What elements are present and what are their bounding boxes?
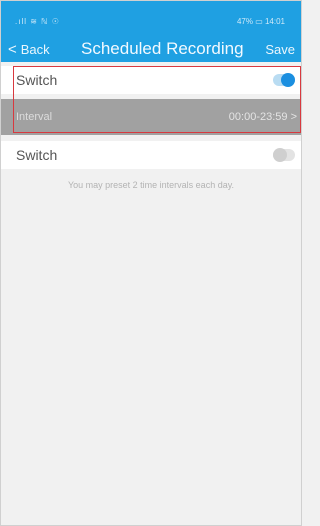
status-bar: .ıll ≋ ℕ ☉ 47% ▭ 14:01 bbox=[1, 1, 301, 34]
toggle-knob bbox=[273, 148, 287, 162]
switch-row-1: Switch bbox=[1, 66, 301, 94]
app-screen: .ıll ≋ ℕ ☉ 47% ▭ 14:01 < Back Scheduled R… bbox=[0, 0, 302, 526]
switch-label-1: Switch bbox=[16, 72, 58, 88]
save-button[interactable]: Save bbox=[265, 42, 295, 57]
interval-value: 00:00-23:59 > bbox=[228, 111, 297, 123]
switch-toggle-1[interactable] bbox=[273, 73, 295, 87]
navigation-bar: < Back Scheduled Recording Save bbox=[1, 34, 301, 62]
toggle-knob bbox=[281, 73, 295, 87]
switch-label-2: Switch bbox=[16, 147, 58, 163]
battery-time: 47% ▭ 14:01 bbox=[236, 17, 285, 26]
interval-label: Interval bbox=[16, 111, 53, 123]
signal-icons: .ıll ≋ ℕ ☉ bbox=[15, 17, 60, 26]
back-button[interactable]: < Back bbox=[8, 41, 50, 58]
interval-row[interactable]: Interval 00:00-23:59 > bbox=[1, 99, 301, 135]
chevron-left-icon: < bbox=[8, 41, 17, 58]
switch-toggle-2[interactable] bbox=[273, 148, 295, 162]
switch-row-2: Switch bbox=[1, 141, 301, 169]
page-title: Scheduled Recording bbox=[81, 39, 244, 58]
hint-text: You may preset 2 time intervals each day… bbox=[67, 180, 235, 190]
back-label: Back bbox=[20, 42, 50, 57]
